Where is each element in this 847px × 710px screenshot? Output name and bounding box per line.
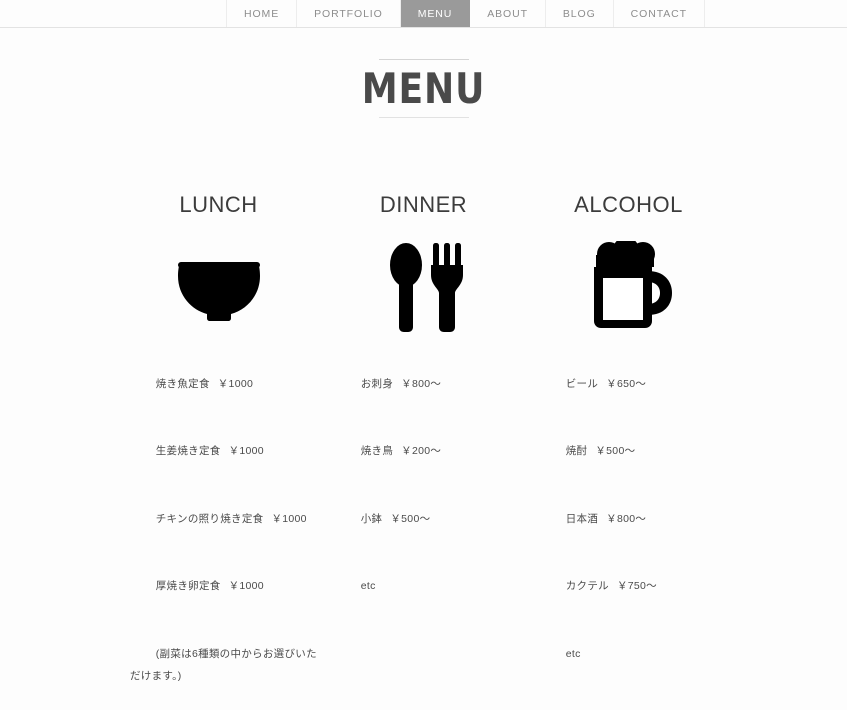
menu-item: etc	[335, 553, 522, 621]
nav-item-home[interactable]: HOME	[226, 0, 298, 27]
menu-item-name: 厚焼き卵定食	[155, 580, 221, 592]
menu-item: etc	[540, 620, 727, 688]
menu-item-name: ビール	[565, 377, 599, 390]
section-heading: ALCOHOL	[574, 192, 683, 217]
page-title: MENU	[361, 64, 486, 113]
section-heading: LUNCH	[179, 192, 258, 217]
menu-item-price: ￥200〜	[401, 445, 442, 457]
menu-item: 日本酒 ￥800〜	[540, 485, 727, 553]
beer-mug-icon	[526, 220, 731, 350]
nav-item-portfolio[interactable]: PORTFOLIO	[297, 0, 401, 27]
menu-item-name: カクテル	[565, 580, 609, 592]
menu-item-name: etc	[565, 647, 581, 660]
title-rule-bottom	[378, 117, 469, 118]
menu-item-price: ￥500〜	[390, 512, 431, 525]
nav-item-about[interactable]: ABOUT	[470, 0, 546, 27]
menu-item: 焼酎 ￥500〜	[540, 418, 727, 486]
menu-item-list: ビール ￥650〜 焼酎 ￥500〜 日本酒 ￥800〜 カクテル ￥750〜 etc	[526, 350, 731, 688]
menu-item: 焼き鳥 ￥200〜	[335, 418, 522, 486]
menu-section-dinner: DINNER お刺身 ￥800〜 焼き鳥 ￥200〜 小鉢 ￥500〜 etc	[321, 190, 526, 710]
nav-item-label: HOME	[244, 7, 280, 20]
menu-item-name: 焼き鳥	[360, 445, 394, 457]
nav-item-blog[interactable]: BLOG	[546, 0, 614, 27]
menu-item: お刺身 ￥800〜	[335, 350, 522, 418]
menu-item: 生姜焼き定食 ￥1000	[130, 418, 317, 486]
menu-item-price: ￥750〜	[616, 580, 657, 592]
page-title-block: MENU	[0, 59, 847, 118]
menu-item-price: ￥1000	[228, 445, 264, 457]
menu-item-name: 日本酒	[565, 512, 599, 525]
menu-item-list: 焼き魚定食 ￥1000 生姜焼き定食 ￥1000 チキンの照り焼き定食 ￥1000 厚…	[116, 350, 321, 710]
menu-note: (副菜は6種類の中からお選びいただけます。)	[130, 620, 317, 710]
menu-item-list: お刺身 ￥800〜 焼き鳥 ￥200〜 小鉢 ￥500〜 etc	[321, 350, 526, 620]
menu-item-name: チキンの照り焼き定食	[155, 512, 264, 525]
nav-items-container: HOME PORTFOLIO MENU ABOUT BLOG CONTACT	[226, 0, 705, 27]
menu-sections: LUNCH 焼き魚定食 ￥1000 生姜焼き定食 ￥1000 チキンの照り焼き定食 ￥…	[0, 190, 847, 710]
nav-item-label: ABOUT	[487, 7, 528, 20]
menu-item: 焼き魚定食 ￥1000	[130, 350, 317, 418]
menu-item: ビール ￥650〜	[540, 350, 727, 418]
nav-item-label: PORTFOLIO	[314, 7, 383, 20]
menu-item-price: ￥500〜	[595, 445, 636, 457]
rice-bowl-icon	[116, 220, 321, 350]
nav-item-label: BLOG	[562, 7, 596, 20]
menu-item-price: ￥650〜	[606, 377, 647, 390]
nav-item-label: CONTACT	[630, 7, 687, 20]
menu-item-name: 焼き魚定食	[155, 377, 210, 390]
menu-item-price: ￥1000	[228, 580, 264, 592]
menu-item-name: お刺身	[360, 377, 394, 390]
menu-item-price: ￥800〜	[606, 512, 647, 525]
menu-item-name: 焼酎	[565, 445, 588, 457]
menu-item: 厚焼き卵定食 ￥1000	[130, 553, 317, 621]
section-heading: DINNER	[379, 192, 468, 217]
menu-item-price: ￥800〜	[401, 377, 442, 390]
menu-item-price: ￥1000	[271, 512, 307, 525]
menu-item-name: etc	[360, 580, 376, 592]
menu-section-lunch: LUNCH 焼き魚定食 ￥1000 生姜焼き定食 ￥1000 チキンの照り焼き定食 ￥…	[116, 190, 321, 710]
nav-item-menu[interactable]: MENU	[400, 0, 471, 27]
menu-item-name: 小鉢	[360, 512, 383, 525]
menu-item: チキンの照り焼き定食 ￥1000	[130, 485, 317, 553]
top-navigation-bar: HOME PORTFOLIO MENU ABOUT BLOG CONTACT	[0, 0, 847, 28]
menu-item: 小鉢 ￥500〜	[335, 485, 522, 553]
nav-item-label: MENU	[417, 7, 453, 20]
spoon-and-fork-icon	[321, 220, 526, 350]
menu-note-text: (副菜は6種類の中からお選びいただけます。)	[130, 647, 317, 683]
nav-item-contact[interactable]: CONTACT	[614, 0, 705, 27]
menu-item: カクテル ￥750〜	[540, 553, 727, 621]
menu-item-price: ￥1000	[217, 377, 254, 390]
menu-item-name: 生姜焼き定食	[155, 445, 221, 457]
menu-section-alcohol: ALCOHOL ビール ￥650〜 焼酎 ￥500〜 日本酒 ￥800〜 カクテ…	[526, 190, 731, 710]
